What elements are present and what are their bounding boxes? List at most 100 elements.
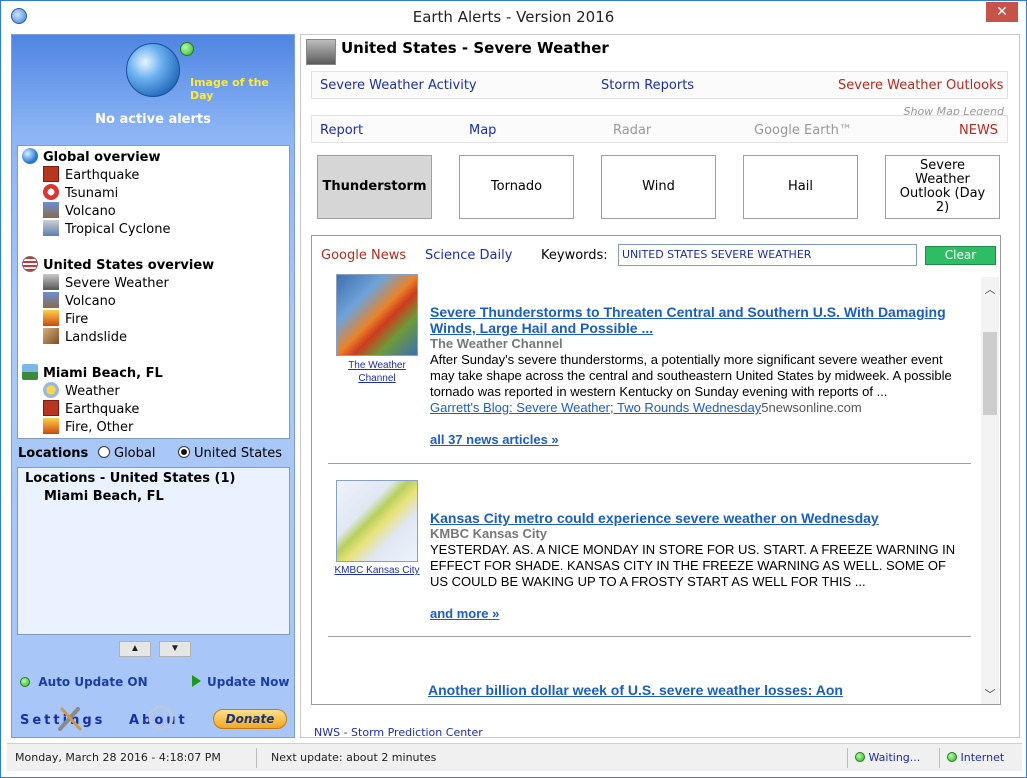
- landscape-icon: [22, 364, 38, 380]
- more-link[interactable]: and more »: [430, 606, 499, 621]
- play-icon: [192, 675, 201, 687]
- status-waiting: Waiting...: [855, 751, 920, 764]
- wind-button[interactable]: Wind: [601, 155, 716, 219]
- tree-item-weather[interactable]: Weather: [43, 382, 120, 399]
- status-bar: Monday, March 28 2016 - 4:18:07 PM Next …: [7, 743, 1022, 771]
- article-body: After Sunday's severe thunderstorms, a p…: [430, 352, 952, 399]
- fire-icon: [43, 310, 59, 326]
- status-datetime: Monday, March 28 2016 - 4:18:07 PM: [15, 751, 221, 764]
- tree-item-label: Landslide: [65, 330, 127, 345]
- tree-item-fire-other[interactable]: Fire, Other: [43, 418, 133, 435]
- cyclone-icon: [43, 220, 59, 236]
- clear-button[interactable]: Clear: [925, 246, 996, 265]
- link-science-daily[interactable]: Science Daily: [425, 248, 512, 263]
- status-separator: [939, 748, 940, 768]
- tree-item-landslide[interactable]: Landslide: [43, 328, 127, 345]
- status-waiting-label: Waiting...: [868, 751, 921, 764]
- tree-item-tsunami[interactable]: Tsunami: [43, 184, 118, 201]
- radio-global-circle[interactable]: [98, 446, 110, 458]
- tree-item-volcano-us[interactable]: Volcano: [43, 292, 116, 309]
- tree-item-volcano[interactable]: Volcano: [43, 202, 116, 219]
- update-now-button[interactable]: Update Now: [192, 675, 289, 689]
- related-link[interactable]: Garrett's Blog: Severe Weather; Two Roun…: [430, 400, 761, 415]
- tree-item-severe-weather[interactable]: Severe Weather: [43, 274, 169, 291]
- green-led-icon: [947, 752, 957, 762]
- fire-icon: [43, 418, 59, 434]
- donate-button[interactable]: Donate: [213, 709, 287, 729]
- page-title: United States - Severe Weather: [341, 39, 609, 57]
- globe-icon[interactable]: [126, 43, 180, 97]
- keywords-input[interactable]: UNITED STATES SEVERE WEATHER: [618, 244, 917, 266]
- auto-update-label: Auto Update ON: [38, 675, 148, 689]
- tree-group-label: United States overview: [43, 258, 215, 273]
- article-divider: [328, 463, 971, 464]
- tree-group-united-states[interactable]: United States overview: [22, 256, 214, 273]
- severe-weather-outlook-button[interactable]: Severe Weather Outlook (Day 2): [885, 155, 1000, 219]
- status-led-icon: [180, 42, 194, 56]
- news-scrollbar[interactable]: ︿ ﹀: [981, 277, 999, 704]
- link-severe-weather-outlooks[interactable]: Severe Weather Outlooks: [838, 78, 1003, 93]
- app-window: Earth Alerts - Version 2016 ✕ Image of t…: [0, 0, 1027, 778]
- article-body: YESTERDAY. AS. A NICE MONDAY IN STORE FO…: [430, 542, 956, 589]
- tree-group-miami[interactable]: Miami Beach, FL: [22, 364, 163, 381]
- move-up-button[interactable]: ▲: [119, 641, 151, 657]
- left-panel: Image of the Day No active alerts Global…: [11, 34, 295, 738]
- link-news[interactable]: NEWS: [959, 123, 998, 138]
- link-map[interactable]: Map: [469, 123, 496, 138]
- scroll-down-icon[interactable]: ﹀: [981, 686, 999, 702]
- article-thumbnail[interactable]: [336, 274, 418, 356]
- tree-item-earthquake-miami[interactable]: Earthquake: [43, 400, 139, 417]
- main-panel: United States - Severe Weather Severe We…: [300, 34, 1020, 739]
- move-down-button[interactable]: ▼: [159, 641, 191, 657]
- radio-global[interactable]: Global: [98, 446, 155, 461]
- update-now-label: Update Now: [207, 675, 290, 689]
- link-severe-weather-activity[interactable]: Severe Weather Activity: [320, 78, 477, 93]
- news-article: The Weather Channel Severe Thunderstorms…: [326, 274, 970, 454]
- volcano-icon: [43, 292, 59, 308]
- close-button[interactable]: ✕: [986, 2, 1018, 22]
- green-led-icon: [855, 752, 865, 762]
- article-title[interactable]: Severe Thunderstorms to Threaten Central…: [430, 304, 950, 336]
- link-report[interactable]: Report: [320, 123, 363, 138]
- locations-list-header: Locations - United States (1): [25, 471, 236, 486]
- auto-update-toggle[interactable]: Auto Update ON: [20, 675, 148, 689]
- article-source: The Weather Channel: [430, 336, 563, 351]
- tsunami-icon: [43, 184, 59, 200]
- locations-row: Locations Global United States: [18, 446, 294, 461]
- link-google-earth[interactable]: Google Earth™: [754, 123, 852, 138]
- article-title[interactable]: Another billion dollar week of U.S. seve…: [428, 682, 948, 698]
- link-storm-reports[interactable]: Storm Reports: [601, 78, 694, 93]
- title-bar: Earth Alerts - Version 2016 ✕: [1, 1, 1026, 32]
- link-google-news[interactable]: Google News: [321, 248, 406, 263]
- tree-group-global[interactable]: Global overview: [22, 148, 161, 165]
- related-source: 5newsonline.com: [761, 400, 862, 415]
- tornado-button[interactable]: Tornado: [459, 155, 574, 219]
- article-thumbnail[interactable]: [336, 480, 418, 562]
- tree-item-fire[interactable]: Fire: [43, 310, 88, 327]
- tree-item-tropical-cyclone[interactable]: Tropical Cyclone: [43, 220, 171, 237]
- status-separator: [256, 748, 257, 768]
- tree-group-label: Global overview: [43, 150, 161, 165]
- thunderstorm-button[interactable]: Thunderstorm: [317, 155, 432, 219]
- keywords-label: Keywords:: [541, 248, 608, 263]
- tree-item-label: Fire: [65, 312, 89, 327]
- nws-spc-link[interactable]: NWS - Storm Prediction Center: [314, 726, 483, 739]
- weather-icon: [43, 382, 59, 398]
- tree-item-label: Earthquake: [65, 402, 140, 417]
- link-radar[interactable]: Radar: [613, 123, 651, 138]
- article-divider: [328, 636, 971, 637]
- all-articles-link[interactable]: all 37 news articles »: [430, 432, 559, 447]
- image-of-day-link[interactable]: Image of the Day: [190, 76, 294, 102]
- scroll-up-icon[interactable]: ︿: [981, 281, 999, 297]
- location-item[interactable]: Miami Beach, FL: [44, 489, 164, 504]
- news-frame: Google News Science Daily Keywords: UNIT…: [311, 235, 1001, 705]
- hail-button[interactable]: Hail: [743, 155, 858, 219]
- scroll-thumb[interactable]: [983, 332, 997, 415]
- tree-item-earthquake[interactable]: Earthquake: [43, 166, 139, 183]
- radio-us-circle[interactable]: [178, 446, 190, 458]
- radio-united-states[interactable]: United States: [178, 446, 282, 461]
- earthquake-icon: [43, 400, 59, 416]
- thumbnail-caption[interactable]: KMBC Kansas City: [330, 564, 424, 577]
- article-title[interactable]: Kansas City metro could experience sever…: [430, 510, 950, 526]
- thumbnail-caption[interactable]: The Weather Channel: [330, 359, 424, 385]
